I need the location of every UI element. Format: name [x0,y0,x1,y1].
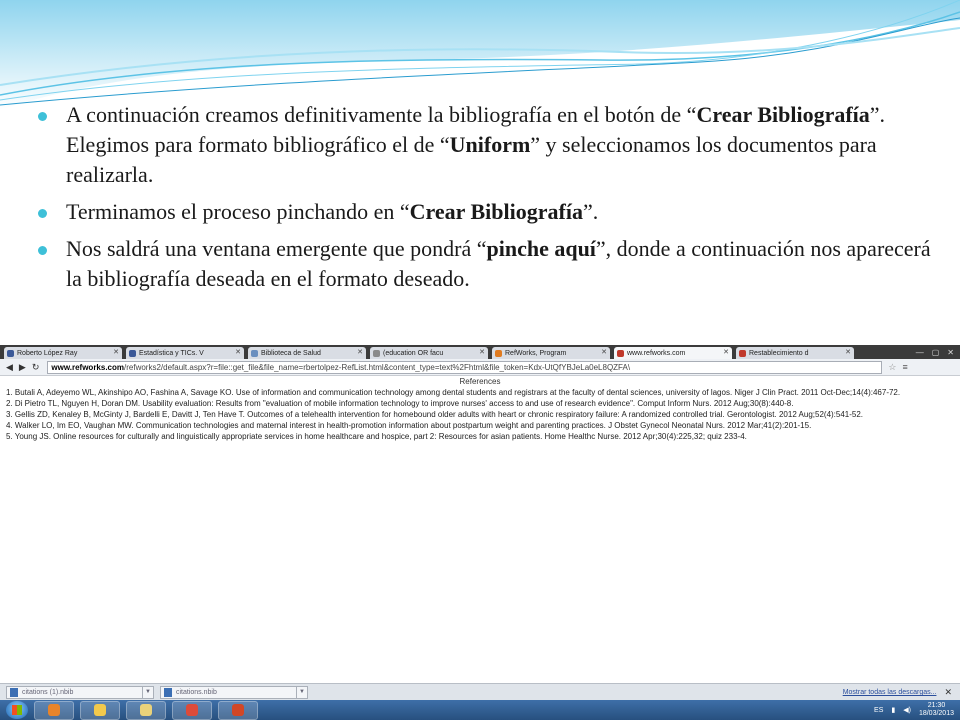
windows-logo-icon [12,705,22,715]
favicon-icon [129,349,136,357]
browser-tab[interactable]: Estadística y TICs. V ✕ [126,347,244,359]
system-tray: ES ▮ ◀) 21:30 18/03/2013 [874,702,960,718]
star-icon[interactable]: ☆ [888,362,896,373]
bullet-dot-icon [38,246,47,255]
clock-time: 21:30 [927,702,946,709]
clock-date: 18/03/2013 [918,710,954,717]
bullet-item: A continuación creamos definitivamente l… [38,100,938,190]
window-controls: — ▢ ✕ [916,348,960,357]
download-bar: citations (1).nbib ▼ citations.nbib ▼ Mostra… [0,683,960,701]
tab-label: www.refworks.com [627,349,686,357]
bullet-bold-text: pinche aquí [486,236,596,261]
bullet-text: ”. [582,199,599,224]
browser-tab[interactable]: RefWorks, Program ✕ [492,347,610,359]
tab-label: Roberto López Ray [17,349,78,357]
tab-label: RefWorks, Program [505,349,567,357]
chevron-down-icon[interactable]: ▼ [296,687,307,698]
download-label: citations (1).nbib [22,689,74,696]
windows-media-player-icon [48,704,60,716]
url-path: /refworks2/default.aspx?r=file::get_file… [124,362,631,372]
download-label: citations.nbib [176,689,217,696]
presentation-icon [232,704,244,716]
tab-close-icon[interactable]: ✕ [113,348,119,356]
bullet-bold-text: Crear Bibliografía [696,102,870,127]
volume-icon[interactable]: ◀) [903,706,911,714]
favicon-icon [7,349,14,357]
taskbar-button[interactable] [80,700,120,720]
folder-icon [94,704,106,716]
arrow-left-icon[interactable]: ◀ [6,362,13,373]
tab-close-icon[interactable]: ✕ [723,348,729,356]
slide-header-decoration [0,0,960,110]
url-domain: www.refworks.com [51,362,125,372]
favicon-icon [617,349,624,357]
download-item[interactable]: citations.nbib ▼ [160,686,308,699]
bullet-bold-text: Crear Bibliografía [409,199,583,224]
tab-close-icon[interactable]: ✕ [601,348,607,356]
tab-label: Restablecimiento d [749,349,809,357]
file-manager-icon [140,704,152,716]
start-button[interactable] [6,701,28,719]
chevron-down-icon[interactable]: ▼ [142,687,153,698]
favicon-icon [739,349,746,357]
close-icon[interactable]: ✕ [947,348,954,357]
browser-tab[interactable]: (education OR facu ✕ [370,347,488,359]
url-input[interactable]: www.refworks.com/refworks2/default.aspx?… [47,360,883,374]
tab-close-icon[interactable]: ✕ [479,348,485,356]
browser-tab-bar: Roberto López Ray ✕ Estadística y TICs. V ✕… [0,345,960,359]
reference-entry: 5. Young JS. Online resources for cultur… [6,432,747,441]
bullet-item: Terminamos el proceso pinchando en “Crea… [38,197,938,227]
bullet-text: A continuación creamos definitivamente l… [66,102,697,127]
page-content: References 1. Butali A, Adeyemo WL, Akin… [0,376,960,681]
reference-list: 1. Butali A, Adeyemo WL, Akinshipo AO, F… [0,389,960,441]
browser-tab[interactable]: Roberto López Ray ✕ [4,347,122,359]
address-bar: ◀ ▶ ↻ www.refworks.com/refworks2/default… [0,359,960,376]
bullet-text: Terminamos el proceso pinchando en “ [66,199,410,224]
close-icon[interactable]: ✕ [944,687,952,698]
taskbar-button[interactable] [34,700,74,720]
taskbar-button[interactable] [218,700,258,720]
page-title: References [459,377,501,386]
tab-label: Estadística y TICs. V [139,349,204,357]
browser-tab[interactable]: Restablecimiento d ✕ [736,347,854,359]
network-icon[interactable]: ▮ [891,706,895,714]
browser-tab[interactable]: Biblioteca de Salud ✕ [248,347,366,359]
bullet-text: Nos saldrá una ventana emergente que pon… [66,236,487,261]
chrome-icon [186,704,198,716]
wrench-icon[interactable]: ≡ [902,362,907,372]
download-item[interactable]: citations (1).nbib ▼ [6,686,154,699]
clock[interactable]: 21:30 18/03/2013 [919,702,954,718]
reference-entry: 1. Butali A, Adeyemo WL, Akinshipo AO, F… [6,388,901,397]
taskbar-button[interactable] [126,700,166,720]
bullet-bold-text: Uniform [449,132,531,157]
bullet-list: A continuación creamos definitivamente l… [38,100,938,301]
minimize-icon[interactable]: — [916,348,924,357]
tab-label: (education OR facu [383,349,444,357]
favicon-icon [495,349,502,357]
tab-close-icon[interactable]: ✕ [235,348,241,356]
file-icon [164,688,172,697]
maximize-icon[interactable]: ▢ [932,348,940,357]
favicon-icon [251,349,258,357]
show-all-downloads-link[interactable]: Mostrar todas las descargas... [843,689,937,696]
language-indicator[interactable]: ES [874,707,883,714]
file-icon [10,688,18,697]
tab-close-icon[interactable]: ✕ [845,348,851,356]
browser-tab[interactable]: www.refworks.com ✕ [614,347,732,359]
bullet-dot-icon [38,209,47,218]
tab-label: Biblioteca de Salud [261,349,321,357]
windows-taskbar: ES ▮ ◀) 21:30 18/03/2013 [0,700,960,720]
reference-entry: 2. Di Pietro TL, Nguyen H, Doran DM. Usa… [6,399,794,408]
browser-screenshot: Roberto López Ray ✕ Estadística y TICs. V ✕… [0,345,960,720]
bullet-dot-icon [38,112,47,121]
arrow-right-icon[interactable]: ▶ [19,362,26,373]
reference-entry: 4. Walker LO, Im EO, Vaughan MW. Communi… [6,421,812,430]
reference-entry: 3. Gellis ZD, Kenaley B, McGinty J, Bard… [6,410,864,419]
tab-close-icon[interactable]: ✕ [357,348,363,356]
favicon-icon [373,349,380,357]
bullet-item: Nos saldrá una ventana emergente que pon… [38,234,938,294]
taskbar-button[interactable] [172,700,212,720]
reload-icon[interactable]: ↻ [32,362,40,373]
